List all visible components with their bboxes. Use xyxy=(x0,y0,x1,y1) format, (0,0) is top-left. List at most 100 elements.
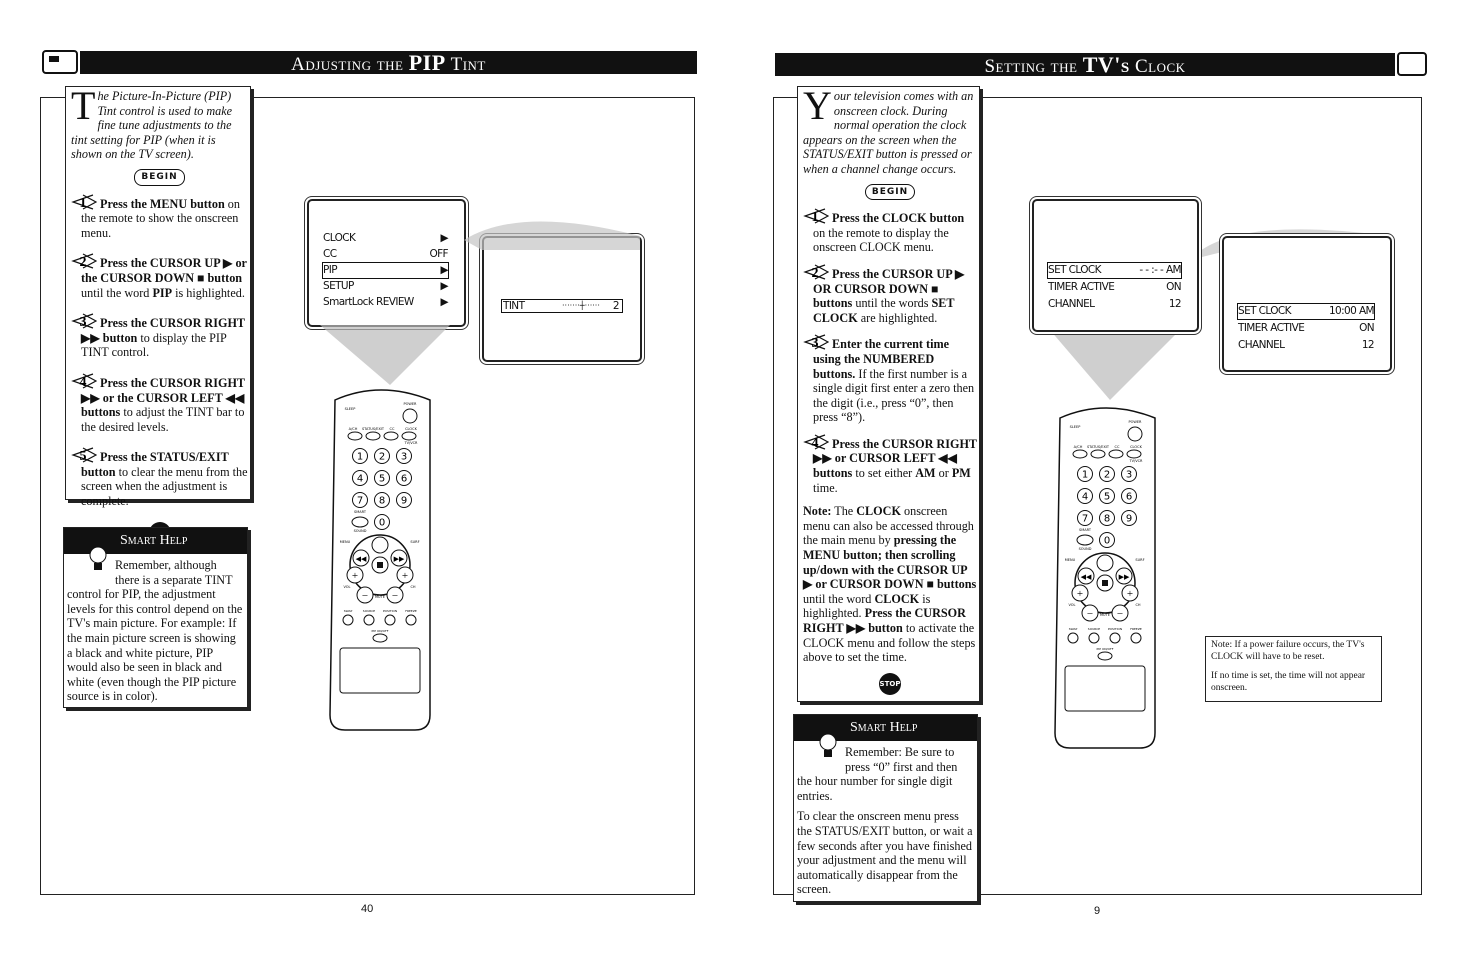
position-button[interactable] xyxy=(1109,632,1121,644)
remote-label: VOL xyxy=(343,585,350,589)
paragraph-text: If no time is set, the time will not app… xyxy=(1211,671,1366,693)
menu-item: TIMER ACTIVE ON xyxy=(1238,321,1375,336)
digit-label: 0 xyxy=(1104,536,1110,547)
remote-label: POWER xyxy=(1129,420,1143,424)
step-number-icon: 2 xyxy=(801,264,830,281)
power-button[interactable] xyxy=(402,408,418,424)
text-segment: time. xyxy=(813,480,838,495)
swap-button[interactable] xyxy=(342,614,354,626)
step-3: 3 Press the CURSOR RIGHT ▶▶ button to di… xyxy=(71,313,248,360)
status-exit-button[interactable] xyxy=(1090,449,1106,459)
swap-button[interactable] xyxy=(1067,632,1079,644)
digit-label: 4 xyxy=(357,474,363,485)
remote-control-left: POWER SLEEP A/CH STATUS/EXIT CC CLOCK TV/VCR 1 2… xyxy=(329,389,431,731)
digit-label: 8 xyxy=(1104,514,1110,525)
source-button[interactable] xyxy=(1088,632,1100,644)
step-5: 5 Press the STATUS/EXIT button to clear … xyxy=(71,447,248,508)
stop-icon: STOP xyxy=(879,672,901,695)
paragraph: If no time is set, the time will not app… xyxy=(1211,671,1376,694)
text-segment: AM xyxy=(915,466,936,481)
menu-item-value: - - :- - AM xyxy=(1139,264,1181,276)
step-number-icon: 3 xyxy=(801,334,830,351)
step-number-icon: 1 xyxy=(69,193,98,211)
menu-item-value: ▶ xyxy=(440,232,449,244)
text-segment: is highlighted. xyxy=(172,285,245,300)
svg-text:−: − xyxy=(362,590,368,602)
smart-help-box: Smart Help Remember, although there is a… xyxy=(63,527,248,708)
cc-button[interactable] xyxy=(1108,449,1124,459)
clock-button[interactable] xyxy=(401,431,417,441)
pip-button[interactable] xyxy=(1097,651,1113,661)
lightbulb-icon xyxy=(819,733,837,757)
remote-label: SURF xyxy=(410,540,419,544)
ach-button[interactable] xyxy=(1072,449,1088,459)
svg-text:−: − xyxy=(1117,608,1123,620)
remote-label: PIP ON/OFF xyxy=(372,629,389,633)
remote-label: CLOCK xyxy=(1130,445,1142,449)
clock-button[interactable] xyxy=(1126,449,1142,459)
text-segment: Press the CURSOR UP ▶ or the CURSOR DOWN… xyxy=(81,256,247,285)
menu-item-value: 12 xyxy=(1168,298,1182,310)
ach-button[interactable] xyxy=(347,431,363,441)
menu-item: SET CLOCK - - :- - AM xyxy=(1047,262,1182,279)
step-number-icon: 1 xyxy=(801,208,830,225)
step-number: 2 xyxy=(80,255,87,269)
step-2: 2 Press the CURSOR UP ▶ OR CURSOR DOWN ■… xyxy=(803,264,977,325)
step-text: Enter the current time using the NUMBERE… xyxy=(813,337,974,424)
svg-text:◀◀: ◀◀ xyxy=(1081,573,1092,581)
cursor-up-button[interactable] xyxy=(371,536,389,554)
paragraph-text: To clear the onscreen menu press the STA… xyxy=(797,809,973,897)
main-menu-screen: CLOCK ▶ CC OFF PIP ▶ SETUP ▶ SmartLock REVIEW ▶ xyxy=(307,199,466,327)
digit-label: 9 xyxy=(1126,514,1132,525)
digit-label: 1 xyxy=(357,452,363,463)
remote-label: A/CH xyxy=(1074,445,1083,449)
source-button[interactable] xyxy=(363,614,375,626)
menu-item-value: ▶ xyxy=(440,264,449,276)
text-segment: Press the MENU button xyxy=(100,196,225,211)
smart-help-box: Smart Help Remember: Be sure to press “0… xyxy=(793,714,978,902)
text-segment: Note: xyxy=(803,504,832,519)
remote-label: CH xyxy=(1135,603,1140,607)
text-segment: until the words xyxy=(852,296,932,311)
menu-item-label: SmartLock REVIEW xyxy=(323,296,414,308)
menu-item-label: CHANNEL xyxy=(1048,298,1095,310)
digit-label: 3 xyxy=(1126,470,1132,481)
remote-label: SLEEP xyxy=(1070,425,1081,429)
remote-label: CC xyxy=(390,427,395,431)
cursor-up-button[interactable] xyxy=(1096,554,1114,572)
status-exit-button[interactable] xyxy=(365,431,381,441)
steps-list: 1 Press the MENU button on the remote to… xyxy=(69,193,248,509)
pip-button[interactable] xyxy=(372,633,388,643)
power-button[interactable] xyxy=(1127,426,1143,442)
digit-label: 0 xyxy=(379,518,385,529)
cc-button[interactable] xyxy=(383,431,399,441)
digit-label: 3 xyxy=(401,452,407,463)
freeze-button[interactable] xyxy=(405,614,417,626)
position-button[interactable] xyxy=(384,614,396,626)
step-text: Press the CURSOR UP ▶ OR CURSOR DOWN ■ b… xyxy=(813,267,964,325)
step-text: Press the CLOCK button on the remote to … xyxy=(813,211,964,254)
menu-item-label: PIP xyxy=(323,264,338,276)
svg-text:+: + xyxy=(1077,588,1083,600)
paragraph-text: Remember, although there is a separate T… xyxy=(67,558,243,704)
text-segment: CLOCK xyxy=(856,504,901,519)
menu-item-label: CLOCK xyxy=(323,232,356,244)
remote-label: TV/VCR xyxy=(404,441,419,445)
power-failure-note: Note: If a power failure occurs, the TV'… xyxy=(1205,636,1382,702)
step-number: 1 xyxy=(812,210,819,224)
remote-label: SLEEP xyxy=(345,407,356,411)
step-4: 4 Press the CURSOR RIGHT ▶▶ or CURSOR LE… xyxy=(803,434,977,495)
remote-label: POSITION xyxy=(1108,627,1122,631)
sound-button[interactable] xyxy=(1076,534,1094,546)
remote-label: SOURCE xyxy=(363,609,375,613)
tint-screen: TINT ·······┼······ 2 xyxy=(482,236,642,362)
digit-label: 1 xyxy=(1082,470,1088,481)
remote-label: SOURCE xyxy=(1088,627,1100,631)
freeze-button[interactable] xyxy=(1130,632,1142,644)
digit-label: 6 xyxy=(401,474,407,485)
remote-label: STATUS/EXIT xyxy=(362,427,385,431)
step-text: Press the CURSOR RIGHT ▶▶ or the CURSOR … xyxy=(81,376,245,434)
menu-item: CHANNEL 12 xyxy=(1238,338,1375,353)
tint-control: TINT ·······┼······ 2 xyxy=(501,299,623,313)
sound-button[interactable] xyxy=(351,516,369,528)
